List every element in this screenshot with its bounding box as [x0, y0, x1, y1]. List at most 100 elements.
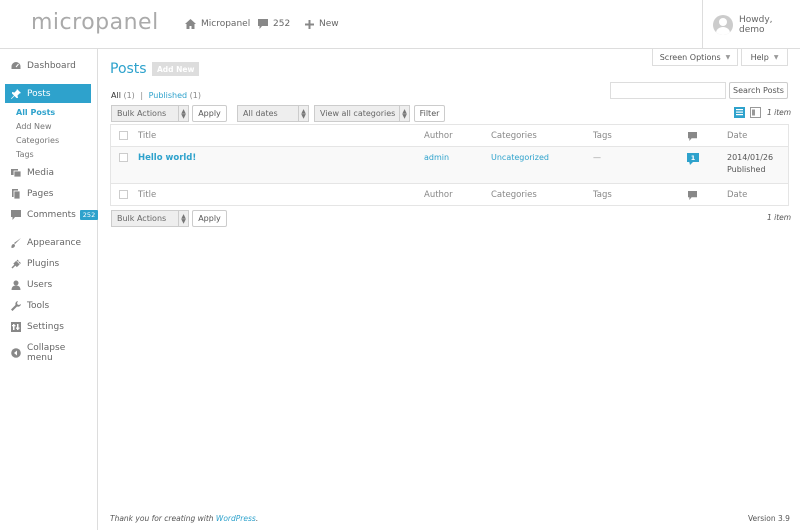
filter-all-count: (1) — [123, 91, 135, 100]
footer-thanks-suffix: . — [255, 514, 259, 523]
status-filters: All (1) | Published (1) — [111, 91, 201, 100]
menu-pages[interactable]: Pages — [5, 184, 91, 203]
new-content-link[interactable]: New — [305, 17, 339, 31]
submenu-tags[interactable]: Tags — [16, 150, 34, 159]
select-arrows-icon: ▲ ▼ — [178, 106, 188, 121]
col-tags: Tags — [593, 131, 612, 141]
col-date[interactable]: Date — [727, 131, 747, 141]
col-tags-footer: Tags — [593, 190, 612, 200]
my-account[interactable]: Howdy, demo — [702, 0, 800, 49]
plus-icon — [305, 19, 314, 29]
menu-comments[interactable]: Comments 252 — [5, 205, 99, 224]
col-date-footer[interactable]: Date — [727, 190, 747, 200]
post-date: 2014/01/26 — [727, 153, 774, 162]
collapse-menu[interactable]: Collapse menu — [5, 342, 91, 363]
menu-plugins-label: Plugins — [27, 258, 60, 269]
table-header: Title Author Categories Tags Date — [111, 125, 788, 147]
select-all-checkbox[interactable] — [119, 131, 128, 140]
filter-all[interactable]: All — [111, 91, 121, 100]
items-count-top: 1 item — [767, 108, 792, 117]
filter-separator: | — [140, 91, 144, 100]
footer-thanks: Thank you for creating with WordPress. — [110, 514, 258, 523]
apply-button-top[interactable]: Apply — [192, 105, 227, 122]
caret-down-icon: ▼ — [725, 53, 731, 61]
new-label: New — [319, 19, 339, 29]
pushpin-icon — [11, 88, 21, 99]
screen-options-button[interactable]: Screen Options ▼ — [652, 49, 738, 66]
menu-appearance[interactable]: Appearance — [5, 233, 91, 252]
help-label: Help — [750, 52, 769, 62]
footer-thanks-prefix: Thank you for creating with — [110, 514, 216, 523]
comment-icon — [11, 209, 21, 220]
select-all-checkbox-bottom[interactable] — [119, 190, 128, 199]
post-title-link[interactable]: Hello world! — [138, 153, 196, 163]
collapse-menu-label: Collapse menu — [27, 342, 66, 363]
post-tags: — — [593, 153, 601, 162]
apply-button-bottom[interactable]: Apply — [192, 210, 227, 227]
row-checkbox[interactable] — [119, 153, 128, 162]
comment-icon[interactable] — [688, 132, 697, 141]
menu-appearance-label: Appearance — [27, 237, 82, 248]
menu-posts[interactable]: Posts — [5, 84, 91, 103]
menu-users[interactable]: Users — [5, 275, 91, 294]
filter-published[interactable]: Published — [149, 91, 188, 100]
bulk-actions-select-bottom[interactable]: Bulk Actions ▲ ▼ — [111, 210, 189, 227]
excerpt-view-icon[interactable] — [750, 107, 761, 118]
select-arrows-icon: ▲ ▼ — [298, 106, 308, 121]
search-input[interactable] — [610, 82, 726, 99]
select-arrows-icon: ▲ ▼ — [399, 106, 409, 121]
admin-menu: Dashboard Posts All Posts Add New Catego… — [0, 49, 99, 530]
dates-select[interactable]: All dates ▲ ▼ — [237, 105, 309, 122]
pages-icon — [12, 188, 21, 199]
comments-badge: 252 — [79, 209, 99, 220]
submenu-all-posts[interactable]: All Posts — [16, 108, 55, 117]
categories-select[interactable]: View all categories ▲ ▼ — [314, 105, 410, 122]
dates-value: All dates — [243, 109, 278, 118]
site-name-link[interactable]: Micropanel — [185, 17, 250, 31]
col-categories: Categories — [491, 131, 537, 141]
menu-plugins[interactable]: Plugins — [5, 254, 91, 273]
list-view-icon[interactable] — [734, 107, 745, 118]
submenu-categories[interactable]: Categories — [16, 136, 59, 145]
home-icon — [185, 19, 196, 29]
table-footer: Title Author Categories Tags Date — [111, 183, 788, 205]
posts-table: Title Author Categories Tags Date Hello … — [110, 124, 789, 206]
filter-button[interactable]: Filter — [414, 105, 445, 122]
post-author-link[interactable]: admin — [424, 153, 449, 162]
col-title[interactable]: Title — [138, 131, 156, 141]
menu-settings[interactable]: Settings — [5, 317, 91, 336]
page-title: Posts — [110, 61, 147, 77]
search-posts-button[interactable]: Search Posts — [729, 82, 788, 99]
menu-comments-label: Comments — [27, 209, 76, 220]
howdy-label: Howdy, demo — [739, 14, 773, 35]
site-logo[interactable]: micropanel — [31, 10, 159, 35]
menu-users-label: Users — [27, 279, 53, 290]
col-title-footer[interactable]: Title — [138, 190, 156, 200]
post-category-link[interactable]: Uncategorized — [491, 153, 549, 162]
col-author-footer: Author — [424, 190, 453, 200]
bulk-actions-value: Bulk Actions — [117, 214, 167, 223]
menu-media[interactable]: Media — [5, 163, 91, 182]
comment-icon[interactable] — [688, 191, 697, 200]
menu-tools[interactable]: Tools — [5, 296, 91, 315]
menu-dashboard[interactable]: Dashboard — [5, 56, 91, 75]
post-status: Published — [727, 165, 766, 174]
brush-icon — [11, 237, 21, 248]
menu-posts-label: Posts — [27, 88, 51, 99]
col-categories-footer: Categories — [491, 190, 537, 200]
wordpress-link[interactable]: WordPress — [216, 514, 256, 523]
items-count-bottom: 1 item — [767, 213, 792, 222]
user-icon — [11, 280, 21, 290]
categories-value: View all categories — [320, 109, 396, 118]
add-new-button[interactable]: Add New — [152, 62, 200, 76]
media-icon — [11, 168, 21, 177]
dashboard-icon — [11, 61, 21, 69]
bulk-actions-select-top[interactable]: Bulk Actions ▲ ▼ — [111, 105, 189, 122]
comments-link[interactable]: 252 — [258, 17, 290, 31]
help-button[interactable]: Help ▼ — [741, 49, 788, 66]
caret-down-icon: ▼ — [773, 53, 779, 61]
settings-icon — [11, 321, 21, 332]
footer-version: Version 3.9 — [748, 514, 790, 523]
site-name-label: Micropanel — [201, 19, 251, 29]
submenu-add-new[interactable]: Add New — [16, 122, 51, 131]
